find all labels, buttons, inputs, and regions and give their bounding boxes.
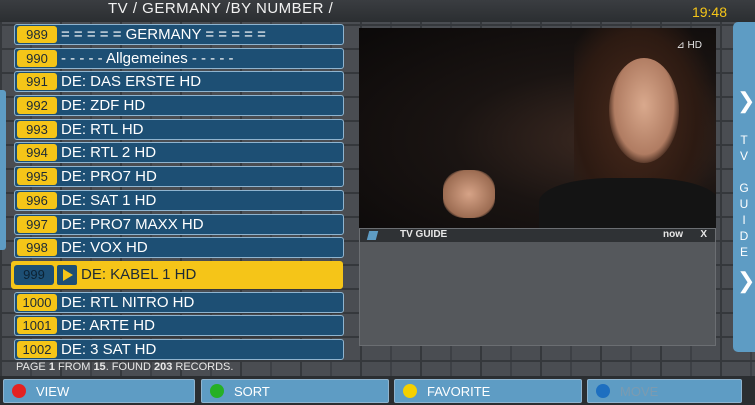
channel-name: DE: KABEL 1 HD [81,266,197,284]
page-total: 15 [93,361,106,373]
left-side-tab[interactable] [0,90,6,250]
page-found: . FOUND [105,361,154,373]
video-scene-jacket [539,178,716,231]
channel-row[interactable]: 997 DE: PRO7 MAXX HD [14,213,344,235]
tv-guide-side-tab[interactable]: ❯ TV GUIDE ❯ [733,22,755,352]
tv-guide-panel: TV GUIDE now X [359,228,716,346]
channel-logo: ⊿ HD [676,40,702,51]
video-player[interactable]: ⊿ HD [359,28,716,231]
tv-guide-now: now [663,229,683,240]
tv-guide-close[interactable]: X [700,229,707,240]
favorite-button[interactable]: FAVORITE [394,379,582,403]
channel-number: 1002 [17,340,57,358]
channel-row[interactable]: 998 DE: VOX HD [14,237,344,259]
channel-row[interactable]: 991 DE: DAS ERSTE HD [14,71,344,93]
channel-row[interactable]: 992 DE: ZDF HD [14,95,344,117]
channel-number: 1000 [17,293,57,311]
tv-guide-side-label: TV GUIDE [739,133,749,259]
chevron-right-icon: ❯ [737,268,755,293]
view-button[interactable]: VIEW [3,379,195,403]
channel-number: 997 [17,215,57,233]
channel-row-selected[interactable]: 999 DE: KABEL 1 HD [11,260,343,289]
channel-name: - - - - - Allgemeines - - - - - [61,49,234,67]
channel-row[interactable]: 990- - - - - Allgemeines - - - - - [14,47,344,69]
video-scene-hand [443,170,495,218]
channel-number: 993 [17,120,57,138]
play-icon [57,264,77,285]
channel-row[interactable]: 1002 DE: 3 SAT HD [14,338,344,360]
color-key-icon [596,384,610,398]
color-key-icon [210,384,224,398]
move-button[interactable]: MOVE [587,379,742,403]
channel-name: DE: RTL NITRO HD [61,293,195,311]
channel-name: DE: ARTE HD [61,317,155,335]
channel-name: DE: VOX HD [61,239,148,257]
channel-name: DE: PRO7 MAXX HD [61,215,204,233]
channel-number: 996 [17,191,57,209]
channel-number: 990 [17,49,57,67]
channel-row[interactable]: 994 DE: RTL 2 HD [14,142,344,164]
channel-name: DE: DAS ERSTE HD [61,73,202,91]
channel-row[interactable]: 1001 DE: ARTE HD [14,315,344,337]
channel-row[interactable]: 993 DE: RTL HD [14,118,344,140]
channel-number: 989 [17,26,57,43]
button-label: FAVORITE [427,383,491,399]
tv-guide-header: TV GUIDE now X [360,229,715,242]
channel-name: DE: PRO7 HD [61,168,157,186]
sort-button[interactable]: SORT [201,379,389,403]
color-key-icon [403,384,417,398]
channel-name: = = = = = GERMANY = = = = = [61,26,266,43]
channel-number: 992 [17,97,57,115]
page-suffix: RECORDS. [172,361,234,373]
color-key-icon [12,384,26,398]
button-label: VIEW [36,383,70,399]
channel-name: DE: RTL HD [61,120,144,138]
channel-row[interactable]: 989 = = = = = GERMANY = = = = = [14,24,344,45]
channel-row[interactable]: 1000 DE: RTL NITRO HD [14,291,344,313]
channel-number: 991 [17,73,57,91]
chevron-right-icon: ❯ [737,88,755,113]
video-scene-face [609,58,679,163]
clock: 19:48 [691,4,727,20]
page-from: FROM [54,361,94,373]
page-info: PAGE 1 FROM 15. FOUND 203 RECORDS. [16,361,233,373]
record-count: 203 [153,361,173,373]
guide-icon [366,231,379,240]
channel-number: 999 [14,264,54,285]
page-prefix: PAGE [16,361,49,373]
channel-row[interactable]: 995 DE: PRO7 HD [14,166,344,188]
channel-number: 995 [17,168,57,186]
channel-number: 1001 [17,317,57,335]
channel-number: 998 [17,239,57,257]
button-label: MOVE [620,383,659,399]
button-label: SORT [234,383,270,399]
channel-list: 989 = = = = = GERMANY = = = = = 990- - - -… [11,24,344,363]
channel-row[interactable]: 996 DE: SAT 1 HD [14,189,344,211]
channel-number: 994 [17,144,57,162]
breadcrumb: TV / GERMANY /BY NUMBER / [108,0,334,17]
channel-name: DE: SAT 1 HD [61,191,157,209]
channel-name: DE: 3 SAT HD [61,340,157,358]
channel-name: DE: RTL 2 HD [61,144,157,162]
channel-name: DE: ZDF HD [61,97,146,115]
tv-guide-title: TV GUIDE [400,229,448,240]
